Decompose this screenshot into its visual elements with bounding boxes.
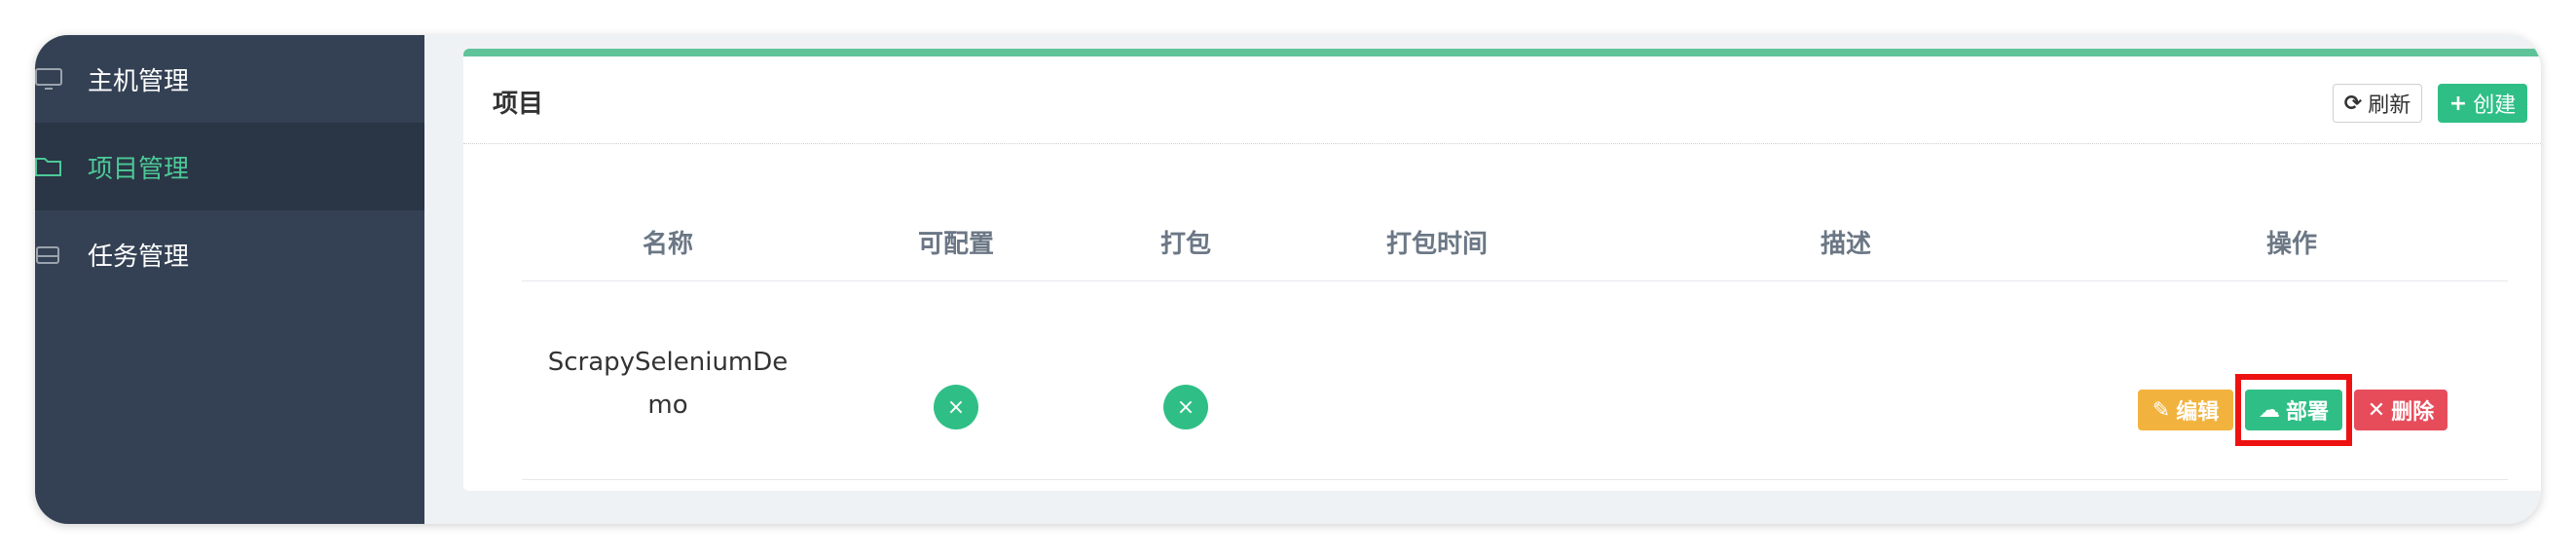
column-header-build-time: 打包时间 — [1385, 230, 1489, 259]
sidebar: 主机管理 项目管理 任务管理 — [35, 35, 424, 524]
configurable-status-icon: × — [934, 385, 978, 429]
card-accent-bar — [463, 49, 2541, 56]
column-header-built: 打包 — [1159, 230, 1212, 259]
refresh-button[interactable]: ⟳ 刷新 — [2333, 84, 2422, 123]
folder-icon — [35, 153, 62, 180]
sidebar-item-label: 任务管理 — [88, 242, 190, 272]
sidebar-item-hosts[interactable]: 主机管理 — [35, 35, 424, 123]
sidebar-item-label: 项目管理 — [88, 154, 190, 184]
edit-button[interactable]: ✎ 编辑 — [2138, 390, 2233, 430]
built-status-icon: × — [1163, 385, 1208, 429]
status-glyph: × — [946, 394, 966, 420]
projects-card: 项目 ⟳ 刷新 + 创建 名称 可配置 打包 打包时间 描述 操作 Scrapy… — [463, 49, 2541, 491]
plus-icon: + — [2448, 91, 2468, 116]
status-glyph: × — [1176, 394, 1196, 420]
project-name-line: ScrapySeleniumDe — [547, 348, 789, 377]
create-button[interactable]: + 创建 — [2438, 84, 2527, 123]
deploy-highlight-box — [2235, 374, 2352, 446]
sidebar-item-projects[interactable]: 项目管理 — [35, 123, 424, 210]
card-header: 项目 ⟳ 刷新 + 创建 — [463, 56, 2541, 144]
row-divider — [522, 479, 2508, 480]
monitor-icon — [35, 65, 62, 93]
project-name-line: mo — [647, 391, 688, 420]
delete-label: 删除 — [2391, 400, 2435, 425]
column-header-configurable: 可配置 — [917, 230, 995, 259]
app-window: 主机管理 项目管理 任务管理 项目 ⟳ 刷新 + 创建 名称 可配置 打包 打包… — [35, 35, 2541, 524]
column-header-description: 描述 — [1820, 230, 1872, 259]
sidebar-item-tasks[interactable]: 任务管理 — [35, 210, 424, 298]
edit-label: 编辑 — [2176, 400, 2220, 425]
create-label: 创建 — [2473, 93, 2517, 118]
delete-button[interactable]: ✕ 删除 — [2354, 390, 2447, 430]
edit-icon: ✎ — [2152, 397, 2171, 423]
close-icon: ✕ — [2367, 397, 2386, 423]
refresh-label: 刷新 — [2368, 93, 2411, 118]
refresh-icon: ⟳ — [2343, 91, 2363, 116]
sidebar-item-label: 主机管理 — [88, 66, 190, 96]
column-header-actions: 操作 — [2265, 230, 2318, 259]
column-header-name: 名称 — [642, 230, 694, 259]
drive-icon — [35, 241, 62, 268]
page-title: 项目 — [493, 90, 544, 119]
header-divider — [522, 280, 2508, 281]
project-name: ScrapySeleniumDe mo — [522, 341, 814, 427]
